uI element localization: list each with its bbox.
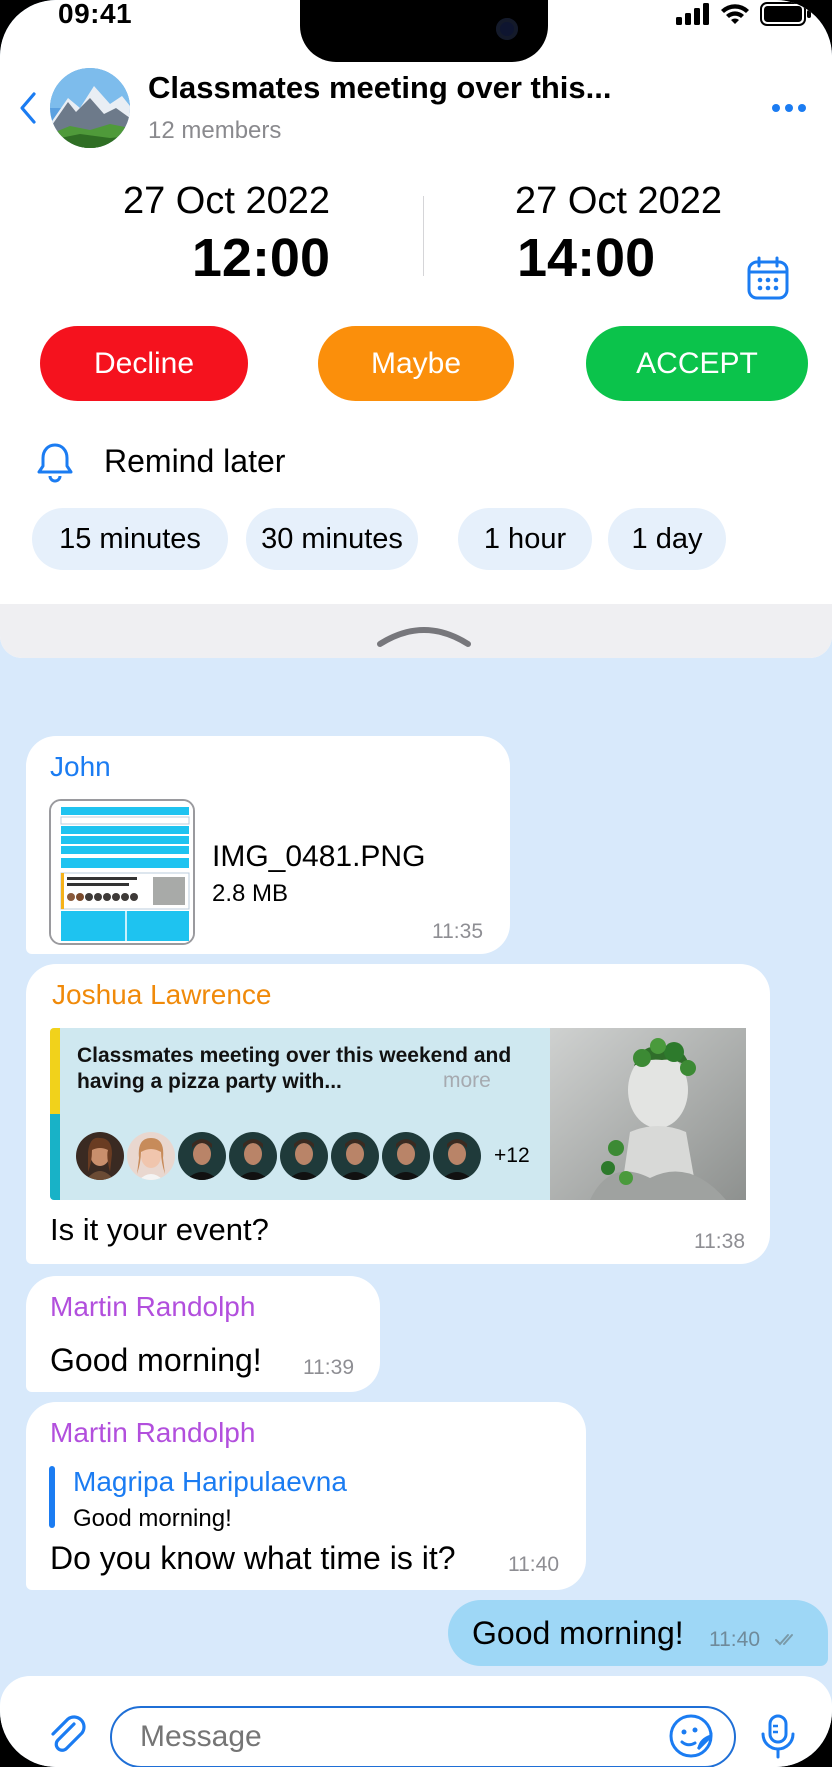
message-sender: Martin Randolph [50, 1291, 256, 1322]
file-thumbnail[interactable] [49, 799, 195, 945]
message-time: 11:38 [694, 1230, 745, 1253]
event-cover-image [550, 1028, 746, 1200]
end-date: 27 Oct 2022 [515, 180, 723, 222]
message-text: Is it your event? [50, 1212, 269, 1247]
message-text: Good morning! [50, 1342, 262, 1378]
decline-button[interactable]: Decline [40, 326, 248, 401]
event-end: 27 Oct 2022 14:00 [515, 180, 735, 289]
attendee-avatars: +12 [76, 1132, 530, 1180]
end-time: 14:00 [517, 228, 656, 288]
status-bar: 09:41 [0, 0, 832, 62]
back-chevron-icon[interactable] [16, 88, 40, 128]
message-input[interactable] [110, 1706, 736, 1767]
reply-text[interactable]: Good morning! [73, 1505, 232, 1533]
remind-chip-15min[interactable]: 15 minutes [32, 508, 228, 570]
dynamic-island [300, 0, 548, 62]
avatar [127, 1132, 175, 1180]
microphone-icon[interactable] [758, 1712, 798, 1760]
signal-icon [676, 3, 709, 25]
camera-icon [496, 18, 518, 40]
reply-author[interactable]: Magripa Haripulaevna [73, 1466, 347, 1498]
remind-chip-1day[interactable]: 1 day [608, 508, 726, 570]
status-icons [676, 0, 812, 28]
avatar [331, 1132, 379, 1180]
more-dots-icon[interactable] [772, 104, 806, 112]
message-sender: Martin Randolph [50, 1417, 256, 1448]
message-sender: John [50, 751, 111, 782]
message-time: 11:40 [709, 1628, 760, 1651]
message-time: 11:35 [432, 920, 483, 943]
start-time: 12:00 [191, 228, 330, 288]
avatar [433, 1132, 481, 1180]
avatar [229, 1132, 277, 1180]
start-date: 27 Oct 2022 [122, 180, 330, 222]
avatar [178, 1132, 226, 1180]
avatar [280, 1132, 328, 1180]
event-start: 27 Oct 2022 12:00 [110, 180, 330, 289]
reply-quote-bar [49, 1466, 55, 1528]
file-name[interactable]: IMG_0481.PNG [212, 840, 425, 874]
message-text: Good morning! [472, 1615, 684, 1651]
event-card-more-link[interactable]: more [443, 1069, 491, 1093]
message-sender: Joshua Lawrence [52, 979, 272, 1010]
attach-clip-icon[interactable] [44, 1712, 92, 1760]
calendar-icon[interactable] [744, 254, 792, 302]
chat-title[interactable]: Classmates meeting over this... [148, 70, 611, 106]
battery-icon [760, 2, 811, 26]
event-card-accent [50, 1114, 60, 1200]
file-size: 2.8 MB [212, 880, 289, 907]
remind-chip-1hour[interactable]: 1 hour [458, 508, 592, 570]
message-text: Do you know what time is it? [50, 1540, 456, 1576]
message-time: 11:40 [508, 1553, 559, 1576]
message-time: 11:39 [303, 1356, 354, 1379]
remind-chip-30min[interactable]: 30 minutes [246, 508, 418, 570]
read-check-icon [775, 1634, 793, 1646]
status-time: 09:41 [58, 0, 133, 29]
collapse-chevron-icon[interactable] [374, 620, 474, 650]
phone-screen: 09:41 Classmates meeting over this... 12… [0, 0, 832, 1767]
avatar [76, 1132, 124, 1180]
wifi-icon [721, 4, 749, 24]
sticker-icon[interactable] [668, 1713, 714, 1759]
members-count: 12 members [148, 117, 282, 144]
accept-button[interactable]: ACCEPT [586, 326, 808, 401]
maybe-button[interactable]: Maybe [318, 326, 514, 401]
group-avatar[interactable] [50, 68, 130, 148]
remind-later-label: Remind later [104, 443, 286, 479]
date-divider [423, 196, 424, 276]
event-card-accent [50, 1028, 60, 1114]
file-preview-image [51, 801, 193, 943]
extra-attendees-count: +12 [494, 1144, 530, 1167]
bell-icon [37, 443, 73, 483]
avatar [382, 1132, 430, 1180]
